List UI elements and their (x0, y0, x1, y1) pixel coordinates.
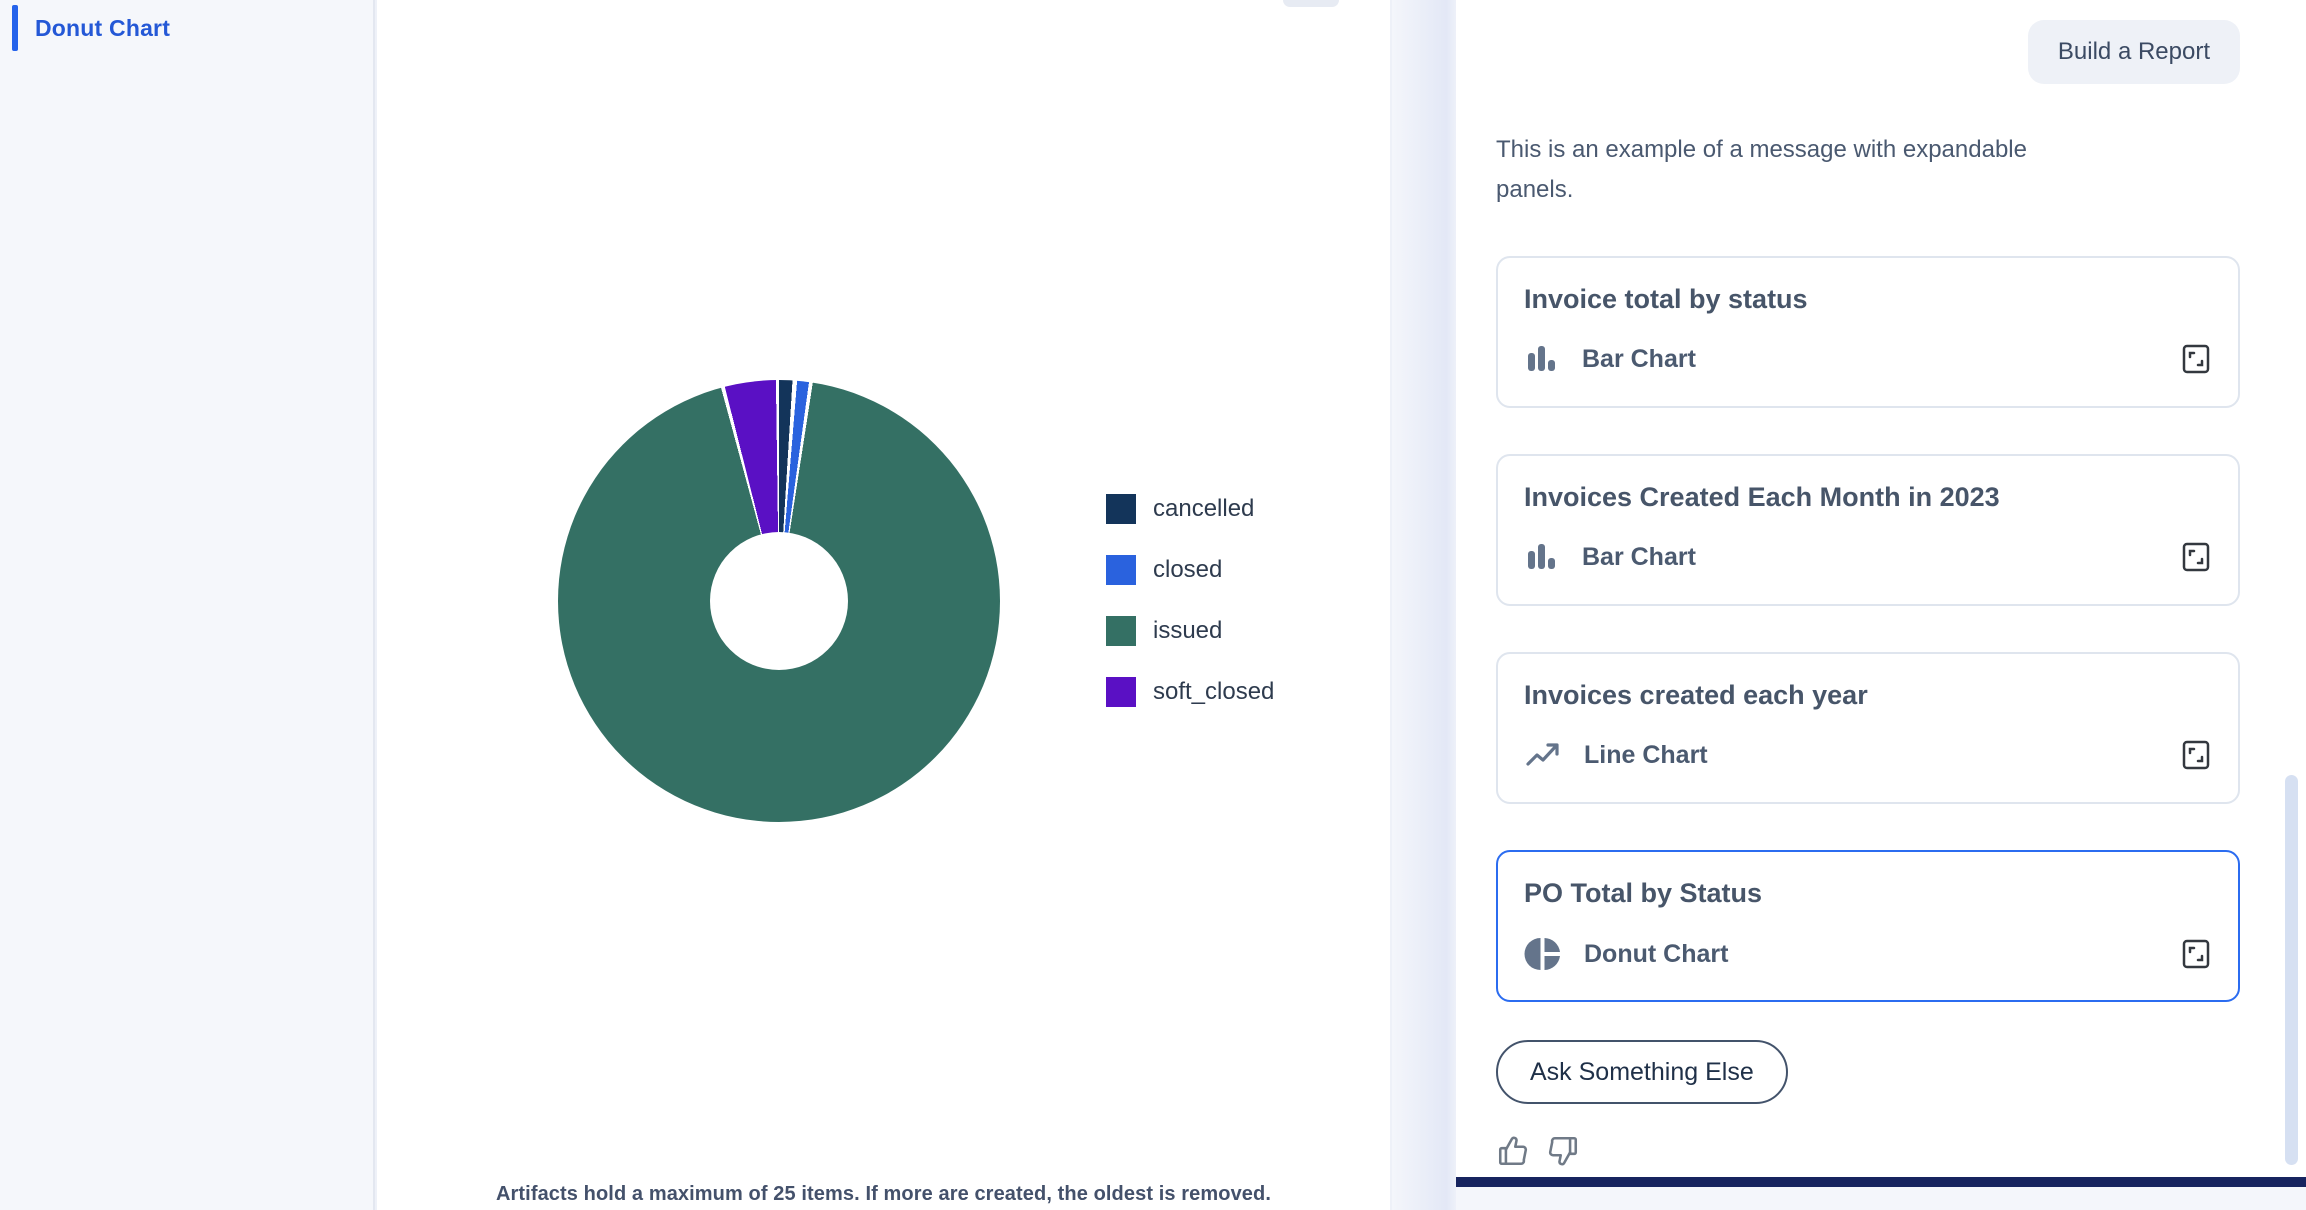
thumbs-down-icon[interactable] (1546, 1134, 1580, 1168)
chat-panel: Build a Report This is an example of a m… (1456, 0, 2306, 1210)
chat-scrollbar-thumb[interactable] (2285, 775, 2298, 1165)
legend-item-issued[interactable]: issued (1106, 616, 1274, 646)
expandable-panel-invoice-total-by-status[interactable]: Invoice total by status Bar Chart (1496, 256, 2240, 408)
expand-icon[interactable] (2180, 739, 2212, 771)
expand-icon[interactable] (2180, 343, 2212, 375)
donut-chart[interactable] (558, 380, 1000, 822)
donut-chart-hole (710, 532, 848, 670)
sidebar-item-donut-chart[interactable]: Donut Chart (0, 0, 373, 56)
expand-icon[interactable] (2180, 541, 2212, 573)
legend-label: soft_closed (1153, 678, 1274, 706)
panel-divider-gutter (1392, 0, 1456, 1210)
scroll-indicator (1283, 0, 1339, 7)
panel-title: Invoices created each year (1524, 680, 2212, 711)
legend-item-closed[interactable]: closed (1106, 555, 1274, 585)
panel-chart-type: Line Chart (1584, 741, 1708, 770)
expandable-panel-po-total-by-status[interactable]: PO Total by Status Donut Chart (1496, 850, 2240, 1002)
legend-swatch (1106, 616, 1136, 646)
line-chart-icon (1524, 737, 1562, 773)
assistant-message-text: This is an example of a message with exp… (1496, 130, 2106, 210)
user-message-bubble[interactable]: Build a Report (2028, 20, 2240, 84)
bar-chart-icon (1524, 539, 1560, 575)
ask-something-else-button[interactable]: Ask Something Else (1496, 1040, 1788, 1104)
bar-chart-icon (1524, 341, 1560, 377)
legend-label: issued (1153, 617, 1222, 645)
panel-chart-type: Bar Chart (1582, 543, 1696, 572)
legend-label: cancelled (1153, 495, 1254, 523)
panel-title: Invoices Created Each Month in 2023 (1524, 482, 2212, 513)
sidebar-item-label: Donut Chart (35, 15, 170, 42)
panel-title: PO Total by Status (1524, 878, 2212, 909)
expandable-panel-invoices-created-each-month[interactable]: Invoices Created Each Month in 2023 Bar … (1496, 454, 2240, 606)
artifact-view: cancelled closed issued soft_closed Arti… (377, 0, 1390, 1210)
expandable-panel-invoices-created-each-year[interactable]: Invoices created each year Line Chart (1496, 652, 2240, 804)
legend-swatch (1106, 677, 1136, 707)
legend-label: closed (1153, 556, 1222, 584)
donut-chart-icon (1524, 935, 1562, 973)
expand-icon[interactable] (2180, 938, 2212, 970)
chat-input-top-border (1456, 1177, 2306, 1187)
artifacts-limit-note: Artifacts hold a maximum of 25 items. If… (377, 1183, 1390, 1206)
legend-swatch (1106, 494, 1136, 524)
artifacts-sidebar: Donut Chart (0, 0, 375, 1210)
chat-input-area[interactable] (1456, 1187, 2306, 1210)
active-tab-accent-bar (12, 5, 18, 51)
chart-legend: cancelled closed issued soft_closed (1106, 494, 1274, 707)
thumbs-up-icon[interactable] (1496, 1134, 1530, 1168)
panel-title: Invoice total by status (1524, 284, 2212, 315)
panel-chart-type: Bar Chart (1582, 345, 1696, 374)
legend-item-soft-closed[interactable]: soft_closed (1106, 677, 1274, 707)
legend-item-cancelled[interactable]: cancelled (1106, 494, 1274, 524)
chat-scroll-area[interactable]: Build a Report This is an example of a m… (1456, 0, 2306, 1177)
feedback-row (1496, 1134, 2240, 1168)
legend-swatch (1106, 555, 1136, 585)
panel-chart-type: Donut Chart (1584, 940, 1728, 969)
